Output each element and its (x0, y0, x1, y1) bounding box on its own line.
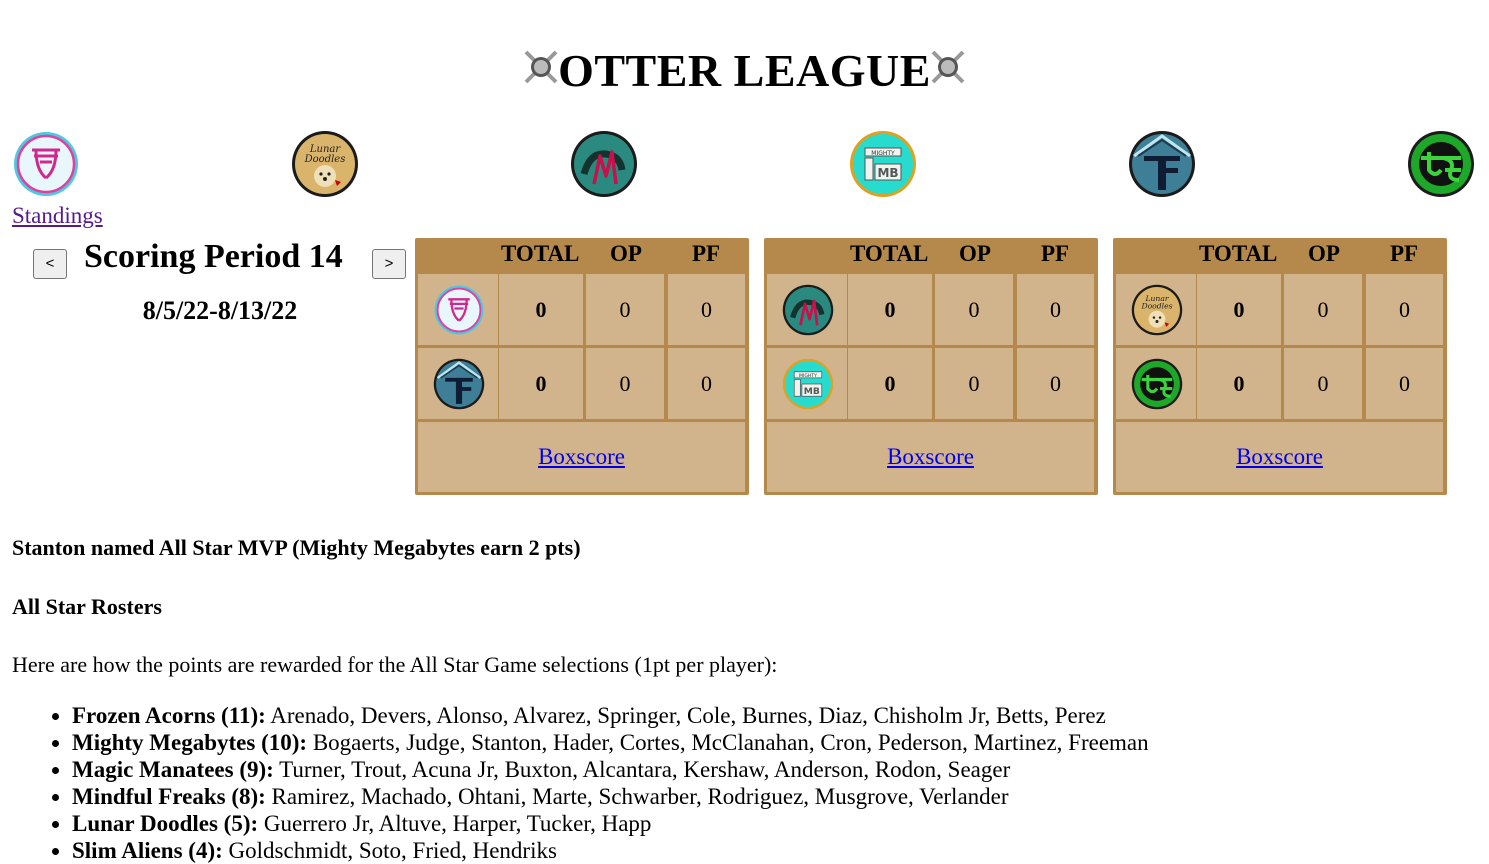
scoring-period-dates: 8/5/22-8/13/22 (142, 296, 298, 325)
crossed-bats-baseball-icon (929, 44, 967, 98)
boxscore-link[interactable]: Boxscore (887, 444, 974, 470)
total-score: 0 (499, 348, 583, 419)
svg-text:MB: MB (877, 166, 898, 180)
matchup-card: TOTAL OP PF Lunar Doodles 000 0 0 0 Boxscore (1113, 238, 1447, 495)
total-header: TOTAL (501, 241, 580, 266)
total-score: 0 (1197, 274, 1281, 345)
slim-aliens-logo[interactable] (1407, 130, 1475, 198)
pf-header: PF (692, 241, 721, 266)
op-header: OP (1308, 241, 1340, 266)
svg-text:MIGHTY: MIGHTY (871, 150, 895, 157)
crossed-bats-baseball-icon (522, 44, 560, 98)
total-header: TOTAL (1199, 241, 1278, 266)
matchup-card: TOTAL OP PF 000 MIGHTY MB 0 0 0 Boxscore (764, 238, 1098, 495)
pf-score: 0 (668, 274, 745, 345)
total-score: 0 (848, 348, 932, 419)
scoring-period-title: Scoring Period 14 (84, 238, 343, 275)
svg-text:MIGHTY: MIGHTY (799, 373, 817, 379)
pf-score: 0 (1017, 348, 1094, 419)
op-score: 0 (586, 348, 664, 419)
pf-score: 0 (1366, 348, 1443, 419)
mindful-freaks-logo[interactable] (1128, 130, 1196, 198)
roster-players: Goldschmidt, Soto, Fried, Hendriks (228, 838, 557, 863)
roster-team: Mighty Megabytes (10): (72, 730, 308, 755)
frozen-acorns-logo[interactable] (12, 130, 80, 198)
op-header: OP (610, 241, 642, 266)
matchup-footer: Boxscore (418, 422, 745, 492)
roster-team: Lunar Doodles (5): (72, 811, 259, 836)
op-score: 0 (586, 274, 664, 345)
roster-item: Slim Aliens (4): Goldschmidt, Soto, Frie… (72, 837, 1149, 864)
page-title: OTTER LEAGUE (0, 44, 1489, 102)
magic-manatees-logo[interactable] (767, 274, 847, 345)
total-score: 0 (499, 274, 583, 345)
op-score: 0 (935, 274, 1013, 345)
frozen-acorns-logo[interactable] (418, 274, 498, 345)
mindful-freaks-logo[interactable] (418, 348, 498, 419)
boxscore-link[interactable]: Boxscore (1236, 444, 1323, 470)
roster-team: Slim Aliens (4): (72, 838, 223, 863)
matchup-footer: Boxscore (1116, 422, 1443, 492)
total-header: TOTAL (850, 241, 929, 266)
roster-players: Ramirez, Machado, Ohtani, Marte, Schwarb… (271, 784, 1009, 809)
total-score: 0 (1197, 348, 1281, 419)
op-score: 0 (1284, 274, 1362, 345)
roster-item: Mindful Freaks (8): Ramirez, Machado, Oh… (72, 783, 1149, 810)
matchup-footer: Boxscore (767, 422, 1094, 492)
roster-team: Mindful Freaks (8): (72, 784, 266, 809)
op-score: 0 (935, 348, 1013, 419)
svg-text:Doodles: Doodles (1140, 301, 1172, 310)
mighty-megabytes-logo[interactable]: MIGHTY MB (767, 348, 847, 419)
next-period-button[interactable]: > (372, 249, 406, 279)
prev-period-button[interactable]: < (33, 249, 67, 279)
section-title: All Star Rosters (12, 594, 162, 619)
roster-item: Lunar Doodles (5): Guerrero Jr, Altuve, … (72, 810, 1149, 837)
svg-text:MB: MB (804, 386, 820, 397)
mighty-megabytes-logo[interactable]: MIGHTY MB (849, 130, 917, 198)
matchup-card: TOTAL OP PF 000 0 0 0 Boxscore (415, 238, 749, 495)
roster-players: Bogaerts, Judge, Stanton, Hader, Cortes,… (312, 730, 1149, 755)
pf-score: 0 (1017, 274, 1094, 345)
lunar-doodles-logo[interactable]: Lunar Doodles (1116, 274, 1196, 345)
lunar-doodles-logo[interactable]: Lunar Doodles (291, 130, 359, 198)
pf-score: 0 (1366, 274, 1443, 345)
matchup-header: TOTAL OP PF (764, 238, 1098, 274)
op-header: OP (959, 241, 991, 266)
pf-header: PF (1390, 241, 1419, 266)
roster-players: Turner, Trout, Acuna Jr, Buxton, Alcanta… (279, 757, 1011, 782)
pf-score: 0 (668, 348, 745, 419)
total-score: 0 (848, 274, 932, 345)
all-star-roster-list: Frozen Acorns (11): Arenado, Devers, Alo… (12, 702, 1149, 864)
roster-team: Frozen Acorns (11): (72, 703, 266, 728)
news-headline: Stanton named All Star MVP (Mighty Megab… (12, 535, 581, 560)
roster-item: Mighty Megabytes (10): Bogaerts, Judge, … (72, 729, 1149, 756)
roster-item: Magic Manatees (9): Turner, Trout, Acuna… (72, 756, 1149, 783)
intro-text: Here are how the points are rewarded for… (12, 652, 778, 677)
matchup-header: TOTAL OP PF (415, 238, 749, 274)
matchup-header: TOTAL OP PF (1113, 238, 1447, 274)
roster-item: Frozen Acorns (11): Arenado, Devers, Alo… (72, 702, 1149, 729)
boxscore-link[interactable]: Boxscore (538, 444, 625, 470)
league-title: OTTER LEAGUE (558, 45, 931, 96)
pf-header: PF (1041, 241, 1070, 266)
roster-players: Arenado, Devers, Alonso, Alvarez, Spring… (270, 703, 1106, 728)
roster-players: Guerrero Jr, Altuve, Harper, Tucker, Hap… (263, 811, 652, 836)
roster-team: Magic Manatees (9): (72, 757, 274, 782)
op-score: 0 (1284, 348, 1362, 419)
svg-text:Doodles: Doodles (304, 154, 346, 165)
slim-aliens-logo[interactable] (1116, 348, 1196, 419)
magic-manatees-logo[interactable] (570, 130, 638, 198)
standings-link[interactable]: Standings (12, 203, 103, 229)
